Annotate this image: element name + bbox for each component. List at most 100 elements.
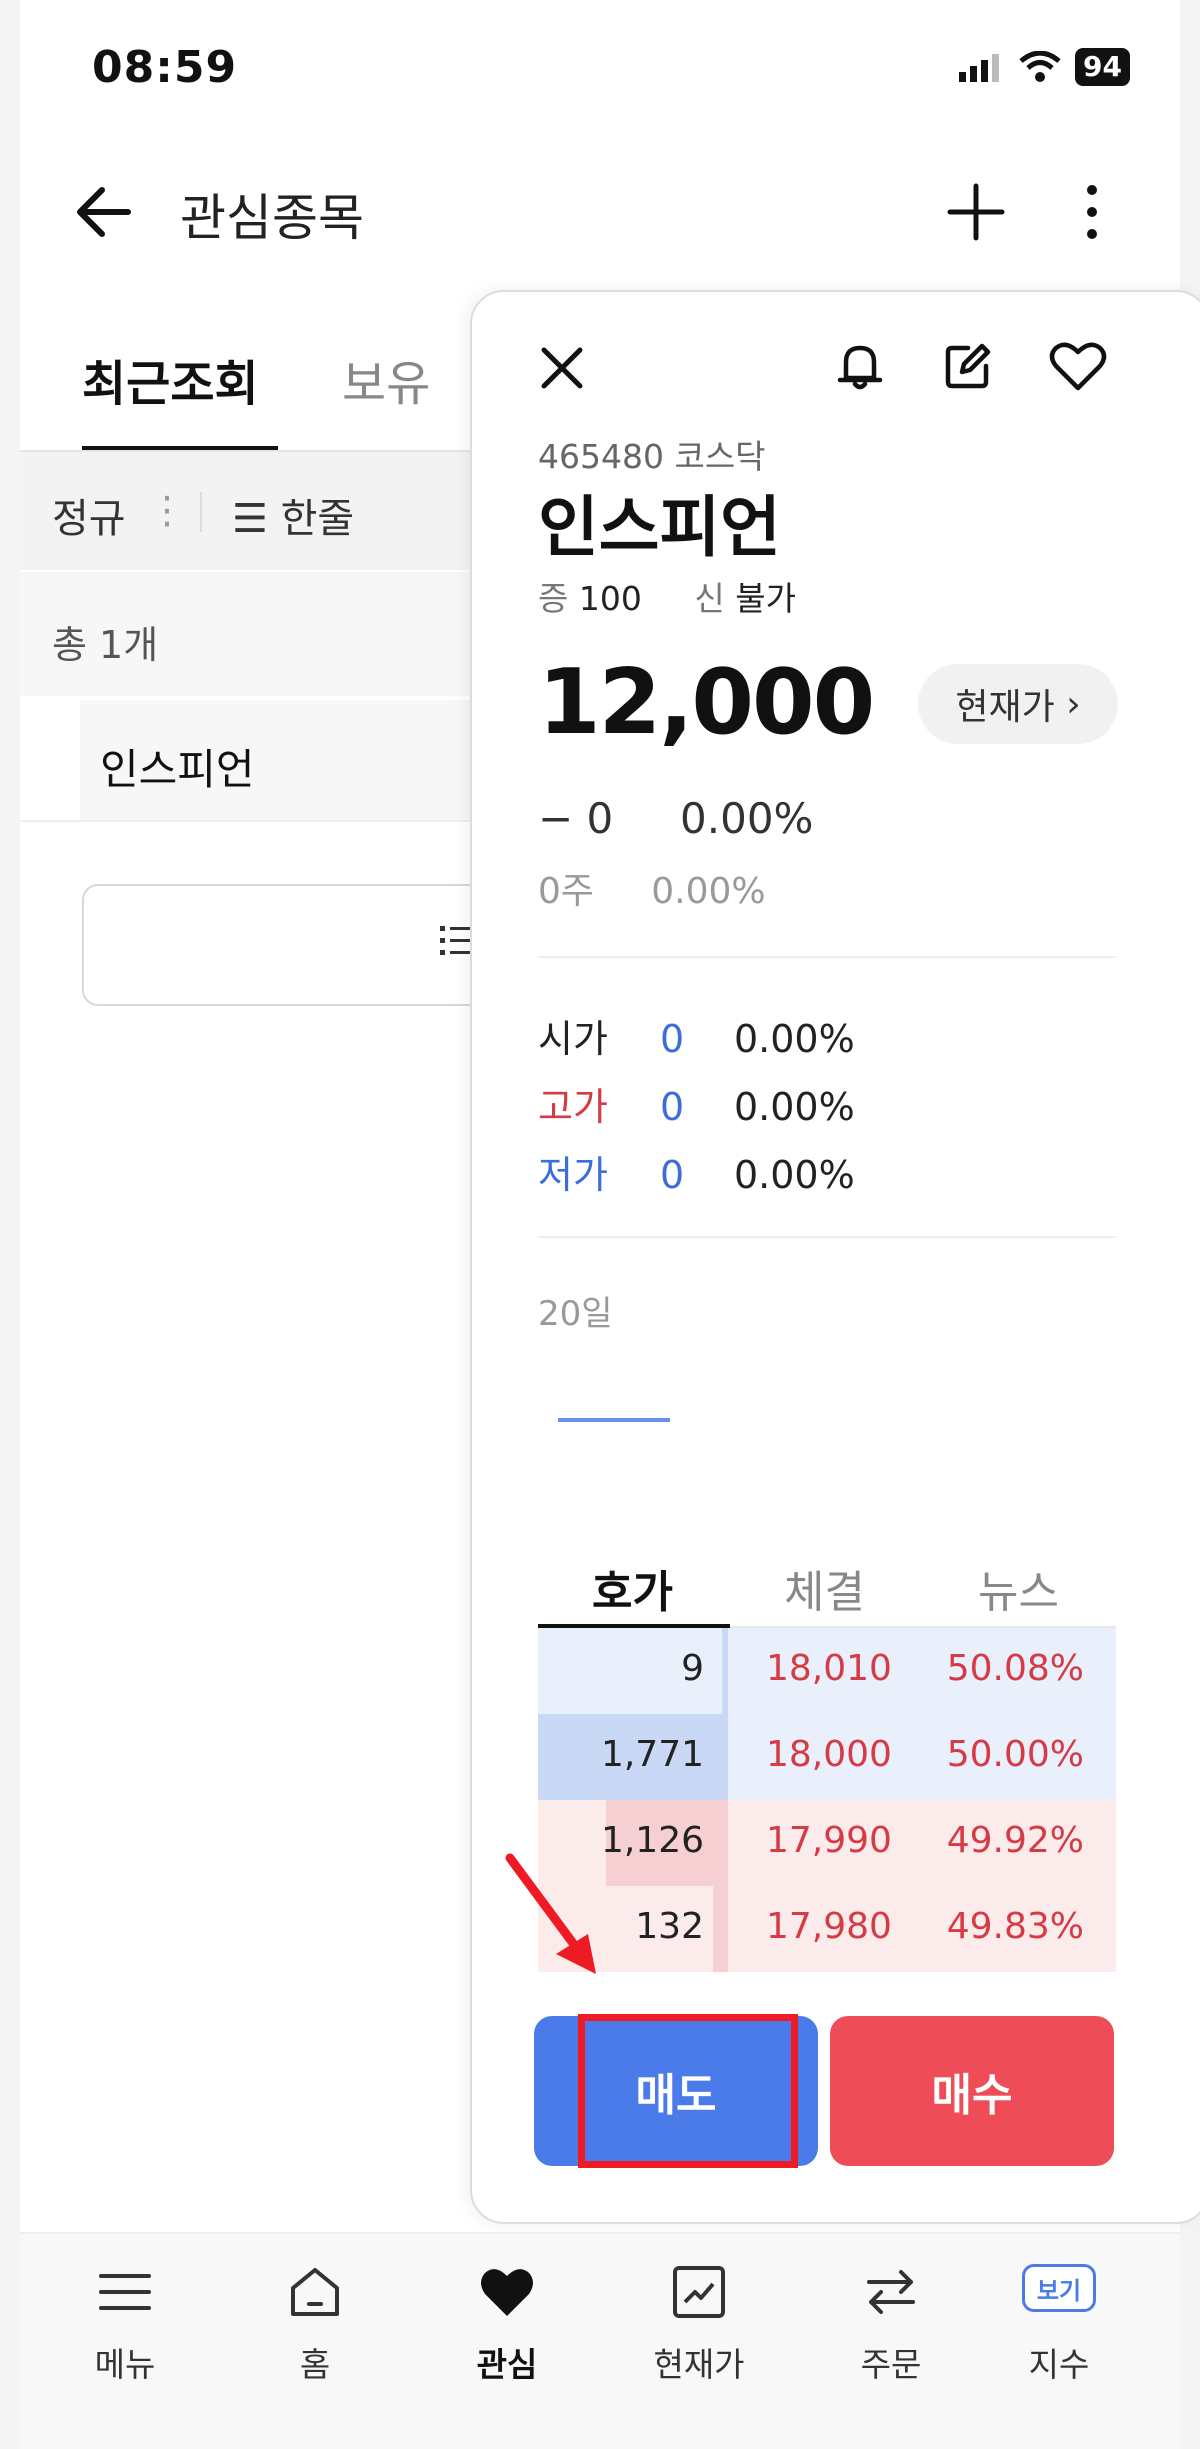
signal-icon [959, 54, 1000, 82]
total-count: 총 1개 [52, 623, 159, 667]
current-price-button[interactable]: 현재가 › [918, 664, 1118, 744]
orderbook-percent: 49.83% [946, 1906, 1084, 1947]
divider [538, 956, 1116, 958]
ohl-label: 시가 [538, 1017, 608, 1061]
nav-index[interactable]: 보기 지수 [994, 2262, 1124, 2392]
nav-menu-label: 메뉴 [94, 2345, 156, 2384]
orderbook-row[interactable]: 132 17,980 49.83% [538, 1886, 1116, 1972]
margin-info: 증 100 신 불가 [538, 572, 796, 620]
status-icons: 94 [959, 48, 1130, 86]
list-item-name[interactable]: 인스피언 [100, 736, 255, 797]
change-percent: 0.00% [680, 794, 814, 843]
stock-name: 인스피언 [538, 489, 781, 566]
nav-menu[interactable]: 메뉴 [60, 2262, 190, 2392]
nav-watchlist[interactable]: 관심 [442, 2262, 572, 2392]
current-price-button-label: 현재가 [955, 687, 1055, 728]
current-price: 12,000 [538, 650, 875, 755]
nav-order[interactable]: 주문 [826, 2262, 956, 2392]
buy-button[interactable]: 매수 [830, 2016, 1114, 2166]
nav-order-label: 주문 [860, 2345, 922, 2384]
orderbook-row[interactable]: 1,126 17,990 49.92% [538, 1800, 1116, 1886]
orderbook-price: 17,990 [766, 1820, 892, 1861]
margin-jeung-label: 증 [538, 579, 569, 618]
volume-value: 0주 [538, 871, 595, 912]
orderbook-price: 17,980 [766, 1906, 892, 1947]
heart-icon [481, 2269, 533, 2316]
tab-recent[interactable]: 최근조회 [82, 344, 259, 414]
ohl-row-open: 시가 0 0.00% [538, 1008, 855, 1063]
nav-home-label: 홈 [299, 2345, 331, 2384]
view-badge: 보기 [1022, 2264, 1096, 2312]
list-icon: ☰ [232, 496, 268, 542]
orderbook-qty: 1,771 [600, 1734, 704, 1775]
nav-current-price[interactable]: 현재가 [634, 2262, 764, 2392]
session-filter[interactable]: 정규 [52, 486, 126, 544]
volume-info: 0주 0.00% [538, 862, 766, 914]
orderbook-qty: 132 [635, 1906, 704, 1947]
battery-indicator: 94 [1075, 48, 1130, 86]
list-icon [440, 926, 470, 955]
chart-period-label: 20일 [538, 1294, 613, 1334]
nav-current-price-label: 현재가 [653, 2345, 745, 2384]
ohl-label: 저가 [538, 1153, 608, 1197]
home-icon [291, 2268, 339, 2316]
orderbook-qty: 1,126 [600, 1820, 704, 1861]
chevron-right-icon: › [1054, 683, 1081, 725]
orderbook-qty-bar [713, 1886, 728, 1972]
chart-icon [673, 2266, 725, 2318]
row-divider [20, 820, 490, 822]
margin-sin-value: 불가 [735, 579, 796, 618]
nav-index-label: 지수 [1028, 2345, 1090, 2384]
mini-chart-line [558, 1418, 670, 1422]
price-change: − 0 0.00% [538, 794, 813, 843]
annotation-arrow-icon [505, 1853, 596, 1974]
orderbook-percent: 49.92% [946, 1820, 1084, 1861]
close-icon[interactable] [532, 338, 592, 398]
margin-jeung-value: 100 [578, 579, 642, 618]
ohl-value: 0 [660, 1017, 685, 1061]
tab-holdings[interactable]: 보유 [342, 344, 430, 414]
orderbook-percent: 50.08% [946, 1648, 1084, 1689]
ohl-percent: 0.00% [734, 1017, 855, 1061]
margin-sin-label: 신 [694, 579, 725, 618]
volume-percent: 0.00% [651, 871, 766, 912]
swap-icon [867, 2270, 915, 2314]
wifi-icon [1019, 51, 1061, 82]
page-title: 관심종목 [180, 189, 364, 247]
filter-separator [200, 492, 202, 532]
change-value: − 0 [538, 794, 614, 843]
ohl-label: 고가 [538, 1085, 608, 1129]
divider [538, 1236, 1116, 1238]
orderbook-percent: 50.00% [946, 1734, 1084, 1775]
stock-code-market: 465480 코스닥 [538, 437, 766, 476]
orderbook-qty-bar [722, 1628, 728, 1714]
orderbook-row[interactable]: 1,771 18,000 50.00% [538, 1714, 1116, 1800]
ohl-value: 0 [660, 1085, 685, 1129]
screen-left-edge [0, 0, 20, 2449]
session-filter-more-icon[interactable]: ⋮ [148, 488, 186, 532]
more-vertical-icon[interactable] [1070, 180, 1114, 244]
nav-watchlist-label: 관심 [476, 2345, 538, 2384]
memo-edit-icon[interactable] [938, 336, 998, 396]
orderbook-price: 18,000 [766, 1734, 892, 1775]
bell-icon[interactable] [830, 336, 890, 396]
back-arrow-icon[interactable] [72, 180, 136, 244]
tab-trades[interactable]: 체결 [784, 1556, 865, 1620]
orderbook-row[interactable]: 9 18,010 50.08% [538, 1628, 1116, 1714]
ohl-percent: 0.00% [734, 1153, 855, 1197]
view-mode-label: 한줄 [280, 496, 355, 542]
tab-orderbook[interactable]: 호가 [592, 1556, 673, 1620]
ohl-value: 0 [660, 1153, 685, 1197]
view-mode-toggle[interactable]: ☰ 한줄 [232, 486, 354, 544]
plus-icon[interactable] [944, 180, 1008, 244]
app-screen: 08:59 94 관심종목 최근조회 보유 정규 ⋮ ☰ 한줄 총 1개 인스피… [0, 0, 1200, 2449]
heart-outline-icon[interactable] [1046, 336, 1110, 396]
ohl-row-low: 저가 0 0.00% [538, 1144, 855, 1199]
ohl-row-high: 고가 0 0.00% [538, 1076, 855, 1131]
ohl-percent: 0.00% [734, 1085, 855, 1129]
orderbook-price: 18,010 [766, 1648, 892, 1689]
status-time: 08:59 [92, 42, 238, 93]
tab-news[interactable]: 뉴스 [978, 1556, 1059, 1620]
sell-button-highlight-box [578, 2014, 798, 2168]
nav-home[interactable]: 홈 [250, 2262, 380, 2392]
